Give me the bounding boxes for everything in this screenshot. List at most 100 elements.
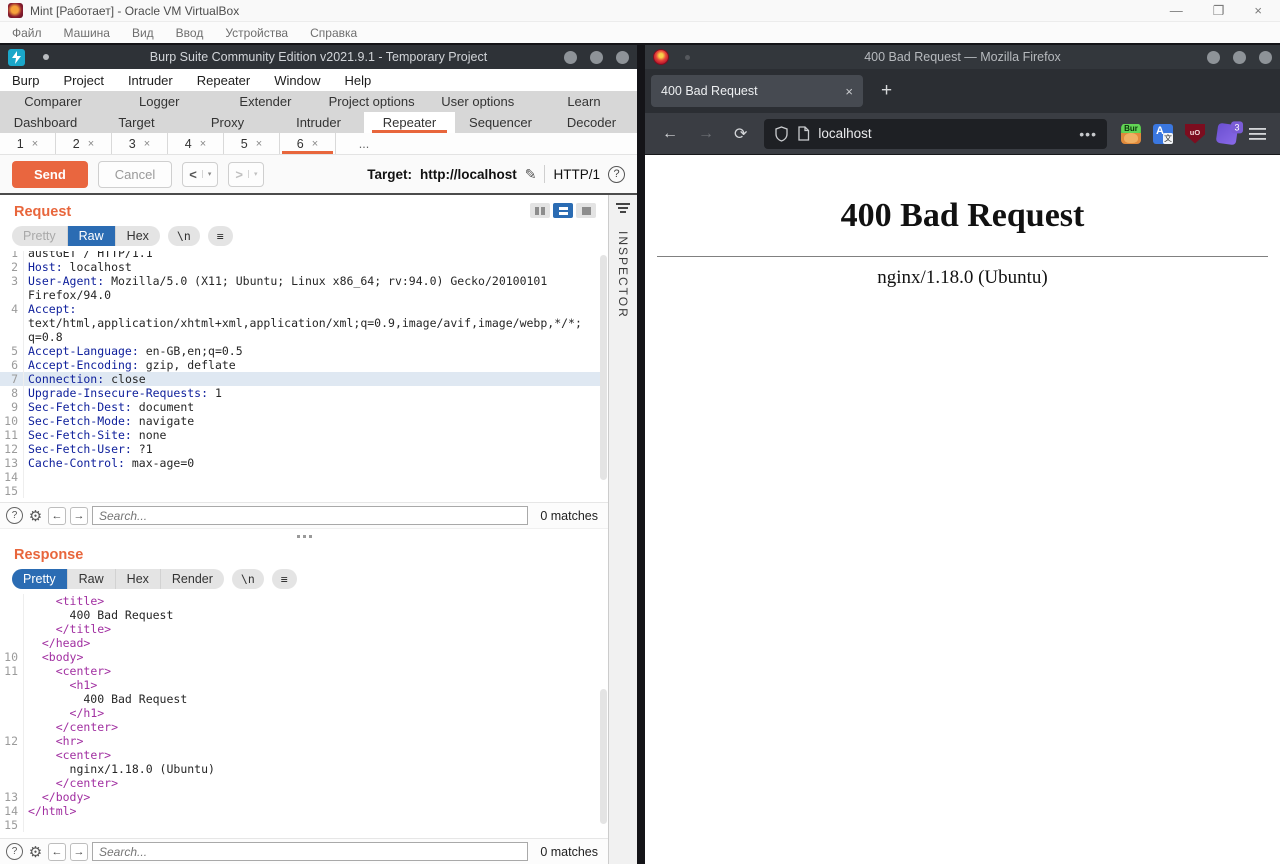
search-help-icon[interactable]: ? (6, 507, 23, 524)
collapse-panel-icon[interactable] (616, 203, 631, 215)
send-button[interactable]: Send (12, 161, 88, 188)
reload-button[interactable]: ⟳ (727, 124, 754, 144)
page-info-icon[interactable] (797, 126, 810, 141)
module-tab[interactable]: Extender (212, 91, 318, 112)
view-tab-render[interactable]: Render (161, 569, 224, 589)
tab-close-icon[interactable]: × (312, 138, 318, 150)
host-menu-item[interactable]: Машина (64, 26, 110, 40)
code-line[interactable]: <title> (0, 594, 600, 608)
tab-close-icon[interactable]: × (88, 138, 94, 150)
host-menu-item[interactable]: Устройства (225, 26, 288, 40)
tab-close-icon[interactable]: × (845, 84, 853, 99)
repeater-tab[interactable]: 4× (168, 133, 224, 154)
code-line[interactable]: </title> (0, 622, 600, 636)
code-line[interactable]: </head> (0, 636, 600, 650)
code-line[interactable]: 7Connection: close (0, 372, 600, 386)
response-editor[interactable]: <title> 400 Bad Request </title> </head>… (0, 594, 608, 838)
code-line[interactable]: <center> (0, 748, 600, 762)
module-tab[interactable]: Comparer (0, 91, 106, 112)
code-line[interactable]: 10Sec-Fetch-Mode: navigate (0, 414, 600, 428)
maximize-button[interactable] (1233, 51, 1246, 64)
code-line[interactable]: q=0.8 (0, 330, 600, 344)
layout-single-button[interactable] (576, 203, 596, 218)
ublock-extension-icon[interactable]: uO (1185, 124, 1205, 144)
menu-icon[interactable] (1249, 127, 1266, 141)
code-line[interactable]: 13 </body> (0, 790, 600, 804)
restore-button[interactable]: ❐ (1213, 3, 1225, 19)
request-scrollbar[interactable] (600, 255, 607, 480)
cancel-button[interactable]: Cancel (98, 161, 172, 188)
code-line[interactable]: 3User-Agent: Mozilla/5.0 (X11; Ubuntu; L… (0, 274, 600, 288)
container-extension-icon[interactable]: 3 (1216, 122, 1239, 145)
browser-tab[interactable]: 400 Bad Request × (651, 75, 863, 107)
host-menu-item[interactable]: Справка (310, 26, 357, 40)
code-line[interactable]: 400 Bad Request (0, 608, 600, 622)
firefox-titlebar[interactable]: 400 Bad Request — Mozilla Firefox (645, 45, 1280, 69)
burp-menu-item[interactable]: Intruder (128, 73, 173, 88)
view-tab-raw[interactable]: Raw (68, 226, 116, 246)
code-line[interactable]: 4Accept: (0, 302, 600, 316)
module-tab[interactable]: Logger (106, 91, 212, 112)
burp-menu-item[interactable]: Help (344, 73, 371, 88)
code-line[interactable]: 15 (0, 484, 600, 498)
code-line[interactable]: 10 <body> (0, 650, 600, 664)
code-line[interactable]: nginx/1.18.0 (Ubuntu) (0, 762, 600, 776)
maximize-button[interactable] (590, 51, 603, 64)
search-prev-button[interactable]: ← (48, 507, 66, 525)
url-bar[interactable]: localhost ••• (764, 119, 1107, 149)
view-tab-raw[interactable]: Raw (68, 569, 116, 589)
layout-columns-button[interactable] (530, 203, 550, 218)
view-tab-pretty[interactable]: Pretty (12, 226, 68, 246)
burp-menu-item[interactable]: Project (63, 73, 103, 88)
code-line[interactable]: 9Sec-Fetch-Dest: document (0, 400, 600, 414)
response-scrollbar[interactable] (600, 689, 607, 824)
code-line[interactable]: 5Accept-Language: en-GB,en;q=0.5 (0, 344, 600, 358)
newline-toggle-button[interactable]: \n (168, 226, 200, 246)
code-line[interactable]: 2Host: localhost (0, 260, 600, 274)
burp-menu-item[interactable]: Window (274, 73, 320, 88)
page-actions-icon[interactable]: ••• (1079, 126, 1097, 142)
code-line[interactable]: <h1> (0, 678, 600, 692)
module-tab[interactable]: Project options (319, 91, 425, 112)
response-search-input[interactable] (92, 842, 528, 861)
layout-rows-button[interactable] (553, 203, 573, 218)
close-button[interactable]: × (1254, 3, 1262, 19)
burp-menu-item[interactable]: Repeater (197, 73, 250, 88)
repeater-tab[interactable]: 6× (280, 133, 336, 154)
search-next-button[interactable]: → (70, 507, 88, 525)
repeater-tab[interactable]: 5× (224, 133, 280, 154)
module-tab[interactable]: Intruder (273, 112, 364, 133)
module-tab[interactable]: Target (91, 112, 182, 133)
repeater-tab[interactable]: 2× (56, 133, 112, 154)
forward-button[interactable]: → (691, 125, 721, 143)
minimize-button[interactable]: — (1170, 3, 1183, 19)
code-line[interactable]: </center> (0, 776, 600, 790)
view-tab-hex[interactable]: Hex (116, 569, 161, 589)
gear-icon[interactable]: ⚙ (27, 843, 44, 860)
code-line[interactable]: 14</html> (0, 804, 600, 818)
minimize-button[interactable] (564, 51, 577, 64)
host-menu-item[interactable]: Вид (132, 26, 154, 40)
code-line[interactable]: </h1> (0, 706, 600, 720)
code-line[interactable]: 400 Bad Request (0, 692, 600, 706)
code-line[interactable]: 1austGET / HTTP/1.1 (0, 251, 600, 260)
view-tab-pretty[interactable]: Pretty (12, 569, 68, 589)
tab-close-icon[interactable]: × (32, 138, 38, 150)
back-button[interactable]: ← (655, 125, 685, 143)
newline-toggle-button[interactable]: \n (232, 569, 264, 589)
gear-icon[interactable]: ⚙ (27, 507, 44, 524)
request-search-input[interactable] (92, 506, 528, 525)
search-prev-button[interactable]: ← (48, 843, 66, 861)
code-line[interactable]: 12 <hr> (0, 734, 600, 748)
code-line[interactable]: text/html,application/xhtml+xml,applicat… (0, 316, 600, 330)
foxyproxy-extension-icon[interactable]: Bur (1121, 124, 1141, 144)
code-line[interactable]: 6Accept-Encoding: gzip, deflate (0, 358, 600, 372)
editor-menu-button[interactable]: ≡ (272, 569, 297, 589)
view-tab-hex[interactable]: Hex (116, 226, 160, 246)
close-button[interactable] (1259, 51, 1272, 64)
code-line[interactable]: 8Upgrade-Insecure-Requests: 1 (0, 386, 600, 400)
help-icon[interactable]: ? (608, 166, 625, 183)
history-forward-button[interactable]: > ▾ (228, 162, 264, 187)
repeater-tab[interactable]: 3× (112, 133, 168, 154)
module-tab[interactable]: Learn (531, 91, 637, 112)
